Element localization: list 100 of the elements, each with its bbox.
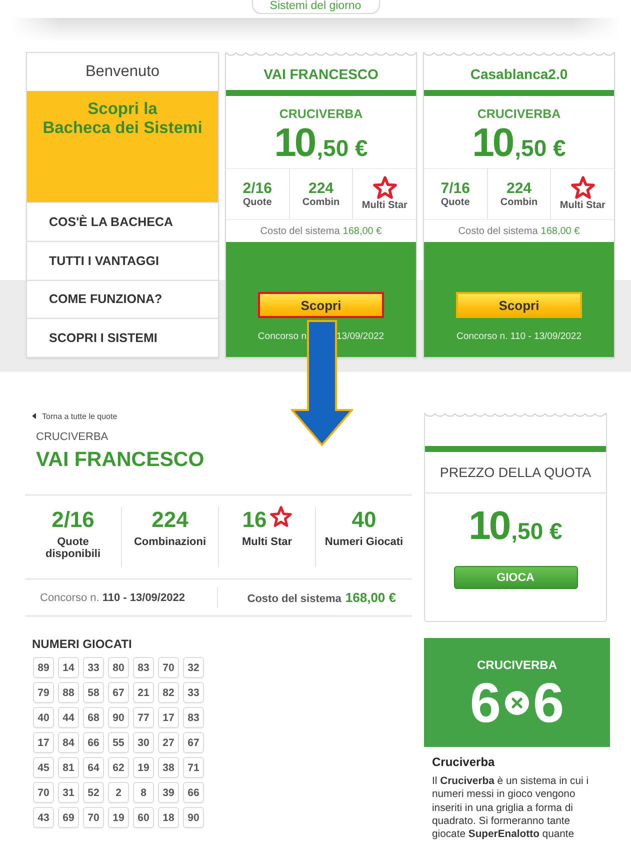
number-cell: 38 [158,757,179,778]
cost-value: 168,00 € [342,226,382,236]
description-text: Il Cruciverba è un sistema in cui i numeri messi in gioco vengono inseriti in una griglia a forma di quadrato. Si formeranno tante giocate SuperEnalotto quante [432,775,590,842]
back-link[interactable]: Torna a tutte le quote [32,410,118,422]
menu-item[interactable]: TUTTI I VANTAGGI [27,240,218,280]
discover-button[interactable]: Scopri [258,292,384,318]
number-cell: 43 [33,807,54,828]
number-cell: 19 [133,757,154,778]
number-cell: 2 [108,782,129,803]
number-cell: 30 [133,732,154,753]
number-cell: 33 [83,657,104,678]
number-cell: 77 [133,707,154,728]
times-circle-icon [505,691,529,715]
game-label: CRUCIVERBA [279,107,363,121]
discover-button[interactable]: Scopri [456,292,582,318]
number-cell: 64 [83,757,104,778]
card-title: Casablanca2.0 [470,66,568,82]
stat-value: 224 [152,507,188,533]
cost-label: Costo del sistema [458,226,538,236]
stat-value: 2/16 [52,507,94,533]
number-cell: 44 [58,707,79,728]
grid-size-text: 6 [533,676,564,730]
stat-label: Quote [440,196,470,208]
price-text: 10,50 € [274,123,368,163]
number-cell: 17 [33,732,54,753]
number-cell: 70 [33,782,54,803]
stat-label: Multi Star [560,200,606,212]
stat-label: Quote disponibili [44,536,102,560]
stat-value: 16 [242,507,267,533]
number-cell: 90 [183,807,204,828]
number-cell: 27 [158,732,179,753]
banner-title: CRUCIVERBA [476,658,557,672]
number-cell: 55 [108,732,129,753]
star-icon [372,176,397,199]
cost-value: 168,00 € [540,226,580,236]
number-cell: 40 [33,707,54,728]
cost-value: 168,00 € [345,590,396,605]
cost-label: Costo del sistema [260,226,340,236]
number-cell: 82 [158,682,179,703]
stat-value: 224 [308,180,334,196]
menu-item[interactable]: SCOPRI I SISTEMI [27,318,218,357]
number-cell: 69 [58,807,79,828]
number-cell: 88 [58,682,79,703]
number-cell: 66 [183,782,204,803]
number-cell: 21 [133,682,154,703]
number-cell: 19 [108,807,129,828]
stat-label: Multi Star [242,536,292,548]
contest-text: 13/09/2022 [336,331,384,342]
star-icon [270,506,292,527]
number-cell: 90 [108,707,129,728]
contest-text: Concorso n. 110 - 13/09/2022 [40,592,185,604]
card-title: PREZZO DELLA QUOTA [440,464,592,480]
number-cell: 39 [158,782,179,803]
section-heading: Cruciverba [432,755,495,769]
stat-label: Combin [500,196,538,208]
system-title: VAI FRANCESCO [36,447,204,473]
number-cell: 18 [158,807,179,828]
card-title: VAI FRANCESCO [264,66,378,82]
number-cell: 60 [133,807,154,828]
number-cell: 83 [183,707,204,728]
price-text: 10,50 € [472,123,566,163]
number-cell: 45 [33,757,54,778]
panel-title: Benvenuto [85,63,160,81]
number-cell: 17 [158,707,179,728]
menu-item[interactable]: COME FUNZIONA? [27,280,218,318]
star-icon [570,176,595,199]
caret-left-icon [32,413,36,419]
number-cell: 32 [183,657,204,678]
section-heading: NUMERI GIOCATI [32,637,132,651]
price-text: 10,50 € [468,506,562,546]
number-cell: 33 [183,682,204,703]
stat-label: Quote [242,196,272,208]
number-cell: 67 [108,682,129,703]
number-cell: 14 [58,657,79,678]
number-cell: 52 [83,782,104,803]
number-cell: 31 [58,782,79,803]
number-cell: 79 [33,682,54,703]
stat-label: Multi Star [362,200,408,212]
number-cell: 81 [58,757,79,778]
number-cell: 89 [33,657,54,678]
number-cell: 84 [58,732,79,753]
cost-label: Costo del sistema [247,593,342,605]
number-cell: 71 [183,757,204,778]
stat-value: 2/16 [242,180,272,196]
number-cell: 67 [183,732,204,753]
promo-heading: Scopri la Bacheca dei Sistemi [42,100,202,138]
stat-label: Numeri Giocati [324,536,404,548]
stat-value: 7/16 [440,180,470,196]
number-cell: 66 [83,732,104,753]
grid-size-text: 6 [470,676,501,730]
stat-value: 224 [506,180,532,196]
contest-text: Concorso n. 110 - 13/09/2022 [456,331,582,342]
number-cell: 83 [133,657,154,678]
menu-item[interactable]: COS'È LA BACHECA [27,202,218,241]
contest-text: Concorso n [258,331,307,342]
stat-value: 40 [352,507,376,533]
stat-label: Combinazioni [134,536,206,548]
number-cell: 80 [108,657,129,678]
number-cell: 68 [83,707,104,728]
game-label: CRUCIVERBA [36,431,108,444]
